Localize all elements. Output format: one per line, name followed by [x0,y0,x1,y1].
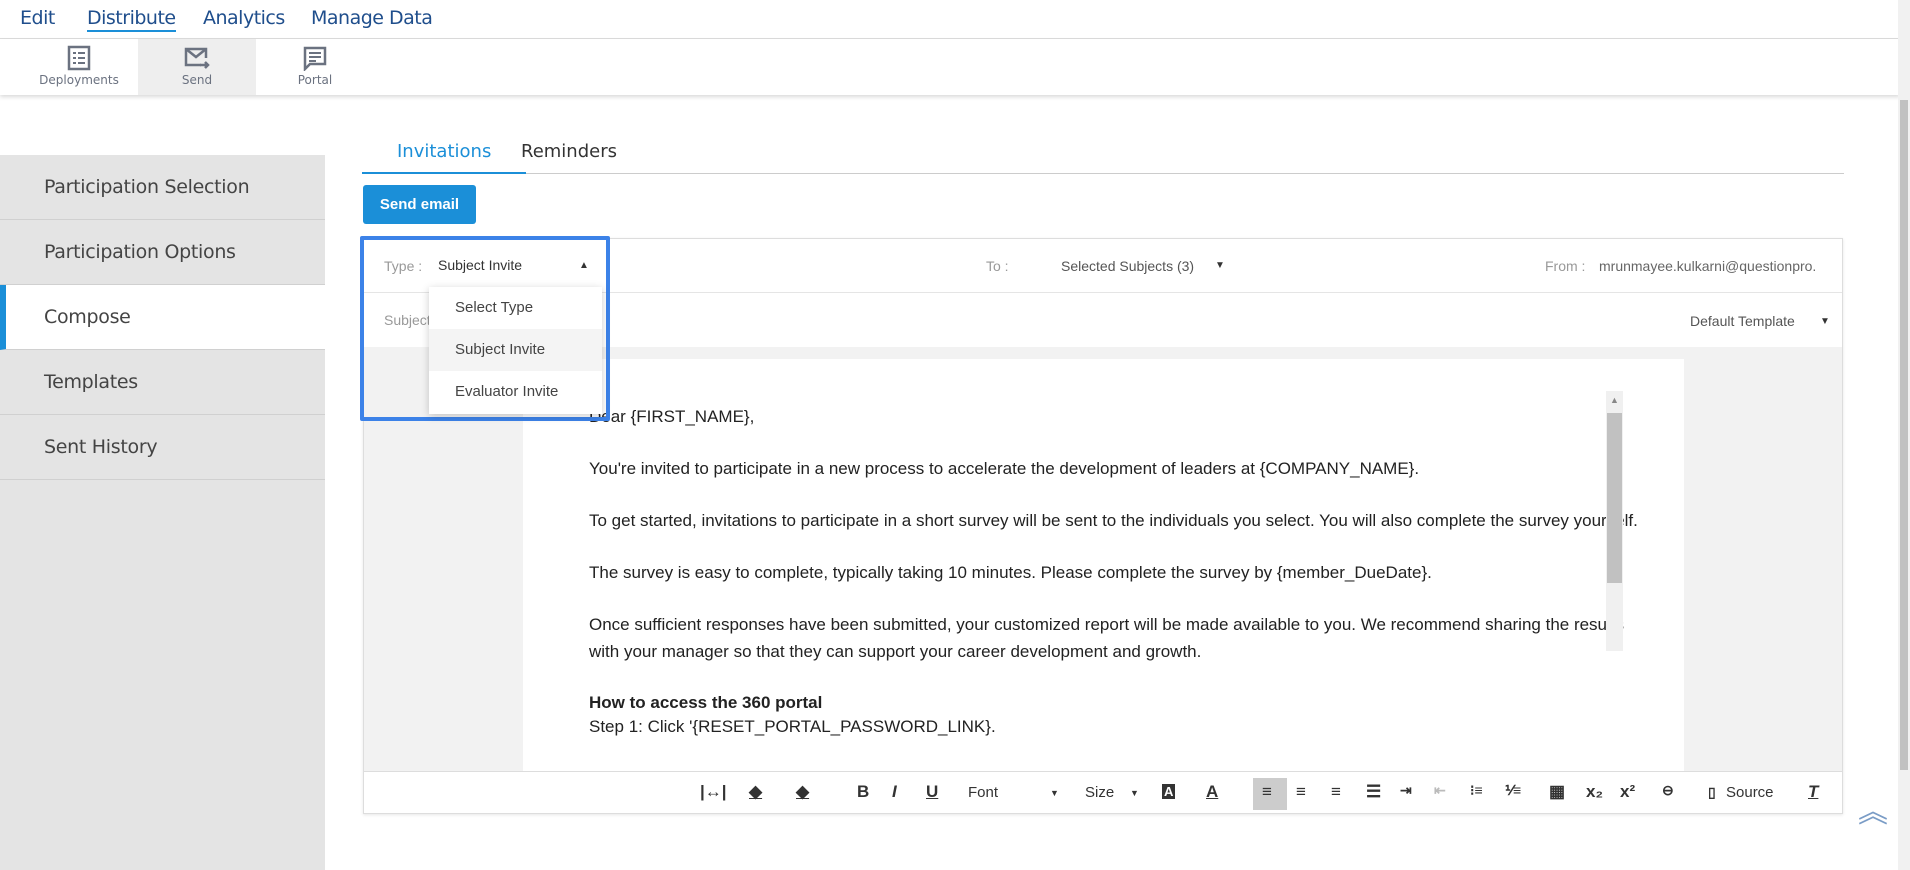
template-select[interactable]: Default Template [1690,313,1795,329]
align-left-icon[interactable]: ≡ [1262,782,1272,802]
body-line: Dear {FIRST_NAME}, [589,407,755,426]
underline-icon[interactable]: U [926,782,938,802]
font-select[interactable]: Font [968,784,998,801]
subnav-label: Deployments [39,73,119,87]
type-option[interactable]: Select Type [429,287,602,329]
subnav-portal[interactable]: Portal [256,39,374,95]
sidebar-item-sent-history[interactable]: Sent History [0,415,325,480]
superscript-icon[interactable]: x² [1620,782,1635,802]
type-option[interactable]: Subject Invite [429,329,602,371]
sidebar-item-templates[interactable]: Templates [0,350,325,415]
top-nav: Edit Distribute Analytics Manage Data [0,0,1900,39]
caret-down-icon[interactable]: ▼ [1820,316,1830,327]
tab-reminders[interactable]: Reminders [486,141,652,174]
subscript-icon[interactable]: x₂ [1586,782,1603,802]
editor-scrollbar[interactable]: ▲ [1606,391,1623,651]
source-icon[interactable]: ▯ [1708,784,1716,801]
nav-distribute[interactable]: Distribute [87,7,176,32]
sidebar-item-participation-options[interactable]: Participation Options [0,220,325,285]
from-label: From : [1545,258,1586,274]
body-line: The survey is easy to complete, typicall… [589,563,1432,582]
outdent-icon[interactable]: ⇤ [1434,782,1446,799]
bg-color-icon[interactable]: A [1162,784,1176,799]
source-button[interactable]: Source [1726,784,1774,801]
mail-send-icon [184,47,210,69]
subnav-deployments[interactable]: Deployments [20,39,138,95]
link-icon[interactable]: ⊖ [1662,782,1674,799]
page-scrollbar-thumb[interactable] [1900,100,1908,770]
size-select[interactable]: Size [1085,784,1114,801]
numbered-list-icon[interactable]: ⅟≡ [1505,782,1521,799]
to-select[interactable]: Selected Subjects (3) [1061,258,1194,274]
bullet-list-icon[interactable]: ⁝≡ [1470,782,1483,799]
body-line: with your manager so that they can suppo… [589,642,1202,661]
scroll-up-icon[interactable]: ▲ [1606,395,1623,405]
subnav-label: Send [181,73,213,87]
indent-icon[interactable]: ⇥ [1400,782,1412,799]
caret-down-icon[interactable]: ▼ [1215,260,1225,271]
sidebar-item-participation-selection[interactable]: Participation Selection [0,155,325,220]
caret-down-icon[interactable]: ▼ [1050,788,1059,798]
type-option[interactable]: Evaluator Invite [429,371,602,413]
body-line: Once sufficient responses have been subm… [589,615,1625,634]
width-icon[interactable]: |↔| [700,782,727,802]
from-value: mrunmayee.kulkarni@questionpro. [1599,258,1817,274]
subnav-label: Portal [297,73,333,87]
scroll-to-top-icon[interactable]: ︽ [1858,798,1888,828]
bold-icon[interactable]: B [857,782,869,802]
list-icon [67,45,91,71]
caret-down-icon[interactable]: ▼ [1130,788,1139,798]
table-icon[interactable]: ▦ [1549,782,1565,802]
email-body[interactable]: Dear {FIRST_NAME}, You're invited to par… [523,359,1684,771]
chat-icon [303,46,327,71]
send-email-button[interactable]: Send email [363,185,476,224]
sub-nav: Deployments Send Portal [0,39,1900,95]
body-heading: How to access the 360 portal [589,693,823,712]
scrollbar-thumb[interactable] [1607,413,1622,583]
editor-toolbar: |↔| ◆ ◆ B I U Font ▼ Size ▼ A A ≡ ≡ ≡ ☰ … [364,771,1842,813]
page-scrollbar[interactable] [1898,0,1910,870]
italic-icon[interactable]: I [892,782,897,802]
nav-edit[interactable]: Edit [20,7,55,29]
clear-format-icon[interactable]: T [1808,782,1818,802]
justify-icon[interactable]: ☰ [1366,782,1381,802]
body-line: Step 1: Click '{RESET_PORTAL_PASSWORD_LI… [589,717,996,736]
nav-analytics[interactable]: Analytics [203,7,285,29]
nav-manage-data[interactable]: Manage Data [311,7,433,29]
text-color-icon[interactable]: A [1206,782,1218,802]
subnav-send[interactable]: Send [138,39,256,95]
bg-fill-icon[interactable]: ◆ [749,782,762,802]
sidebar: Participation Selection Participation Op… [0,155,325,870]
body-line: You're invited to participate in a new p… [589,459,1420,478]
align-right-icon[interactable]: ≡ [1331,782,1341,802]
sidebar-item-compose[interactable]: Compose [0,285,325,350]
type-dropdown-menu: Select Type Subject Invite Evaluator Inv… [429,287,602,414]
align-center-icon[interactable]: ≡ [1296,782,1306,802]
tabs: Invitations Reminders [362,135,1844,174]
to-label: To : [986,258,1009,274]
text-fill-icon[interactable]: ◆ [796,782,809,802]
body-line: To get started, invitations to participa… [589,511,1638,530]
